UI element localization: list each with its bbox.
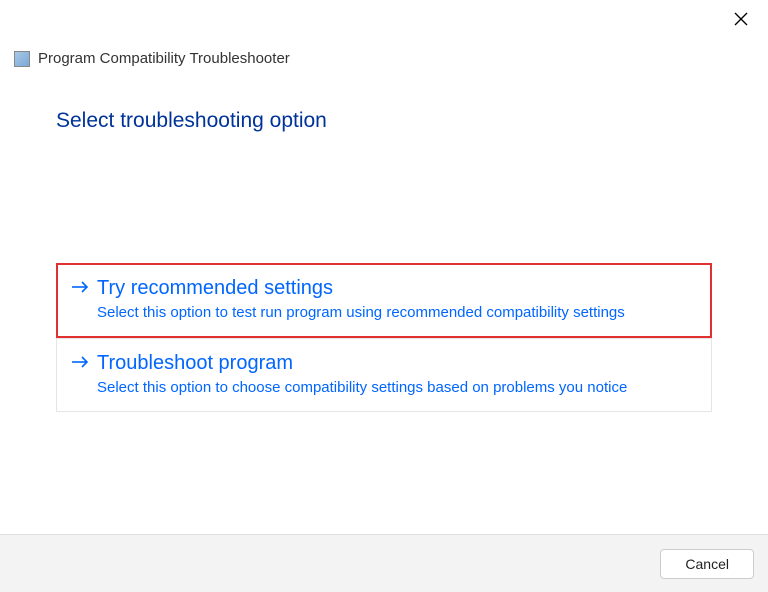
header-row: Program Compatibility Troubleshooter xyxy=(0,40,768,67)
option-title: Troubleshoot program xyxy=(97,349,697,377)
app-title: Program Compatibility Troubleshooter xyxy=(38,50,290,67)
page-heading: Select troubleshooting option xyxy=(56,109,712,133)
option-text: Try recommended settings Select this opt… xyxy=(97,274,697,325)
cancel-button[interactable]: Cancel xyxy=(660,549,754,579)
content-area: Select troubleshooting option Try recomm… xyxy=(0,67,768,534)
option-title: Try recommended settings xyxy=(97,274,697,302)
troubleshooter-window: Program Compatibility Troubleshooter Sel… xyxy=(0,0,768,592)
arrow-right-icon xyxy=(71,355,89,374)
option-troubleshoot-program[interactable]: Troubleshoot program Select this option … xyxy=(56,338,712,413)
footer-bar: Cancel xyxy=(0,534,768,592)
arrow-right-icon xyxy=(71,280,89,299)
close-button[interactable] xyxy=(730,10,752,32)
close-icon xyxy=(734,12,748,31)
option-description: Select this option to choose compatibili… xyxy=(97,377,697,400)
option-description: Select this option to test run program u… xyxy=(97,302,697,325)
option-text: Troubleshoot program Select this option … xyxy=(97,349,697,400)
option-try-recommended[interactable]: Try recommended settings Select this opt… xyxy=(56,263,712,338)
app-icon xyxy=(14,51,30,67)
title-bar xyxy=(0,0,768,40)
